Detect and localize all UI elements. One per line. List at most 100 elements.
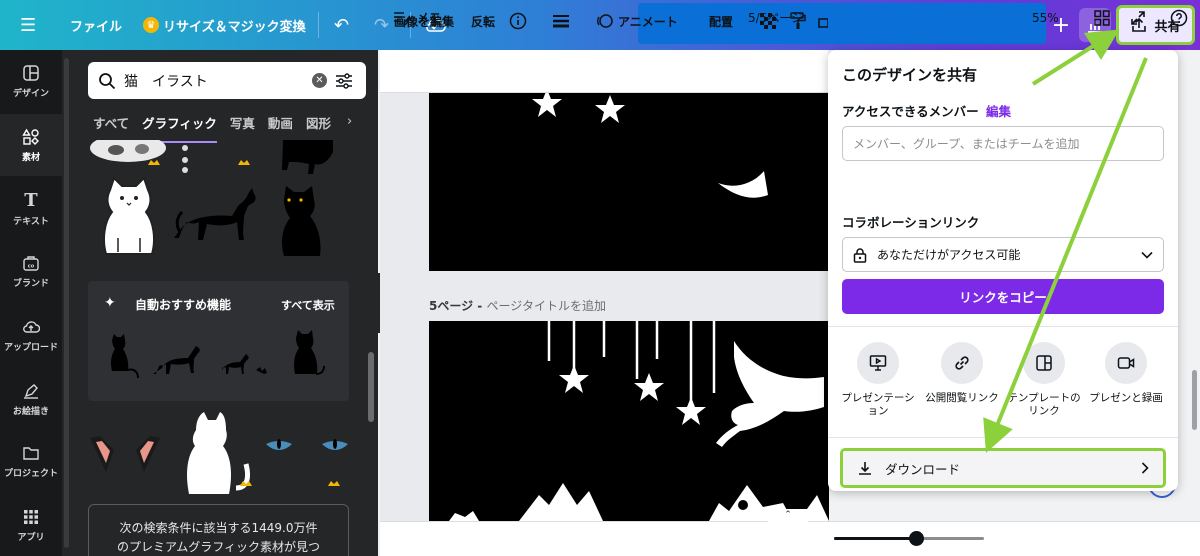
see-all-link[interactable]: すべて表示 (281, 297, 335, 313)
search-icon (99, 72, 116, 89)
elements-icon (22, 128, 39, 145)
canvas-scrollbar[interactable] (1189, 60, 1197, 520)
help-icon[interactable] (1170, 0, 1188, 35)
share-option-template-link[interactable]: テンプレートの リンク (1004, 342, 1084, 418)
share-option-public-link[interactable]: 公開閲覧リンク (922, 342, 1002, 405)
resize-magic-button[interactable]: ♛ リサイズ＆マジック変換 (143, 0, 306, 50)
notice-line-1: 次の検索条件に該当する1449.0万件 (119, 521, 318, 535)
copy-link-button[interactable]: リンクをコピー (842, 279, 1164, 314)
cloud-upload-icon (23, 320, 40, 333)
brand-icon: co (23, 255, 39, 271)
border-style-icon[interactable] (552, 0, 570, 42)
graphic-item[interactable] (182, 145, 188, 173)
lock-icon[interactable] (818, 0, 828, 42)
tab-shapes[interactable]: 図形 (306, 113, 331, 143)
divider (828, 326, 1178, 327)
crown-icon: ♛ (143, 17, 159, 33)
hamburger-menu-icon[interactable]: ☰ (20, 0, 36, 50)
page-5-artwork[interactable] (429, 321, 829, 521)
graphic-item[interactable] (90, 140, 166, 162)
add-members-input[interactable] (842, 126, 1164, 161)
graphic-item[interactable] (174, 188, 256, 240)
redacted-region (638, 3, 1046, 44)
graphic-item[interactable] (266, 439, 292, 450)
edit-members-link[interactable]: 編集 (986, 101, 1011, 120)
graphic-item[interactable] (282, 140, 333, 174)
grid-view-icon[interactable] (1094, 0, 1110, 35)
graphic-item[interactable] (153, 346, 200, 374)
info-icon[interactable] (509, 0, 527, 42)
template-icon (1023, 342, 1065, 384)
share-option-presentation[interactable]: プレゼンテーシ ョン (838, 342, 918, 418)
tabs-scroll-right-icon[interactable]: › (347, 114, 352, 129)
rail-item-draw[interactable]: お絵描き (0, 368, 62, 430)
tab-all[interactable]: すべて (93, 113, 129, 143)
rail-item-brand[interactable]: co ブランド (0, 240, 62, 302)
animate-button[interactable]: アニメート (596, 0, 678, 42)
rail-label: デザイン (12, 88, 49, 99)
clear-search-icon[interactable]: ✕ (312, 73, 327, 88)
crown-icon (148, 160, 160, 165)
panel-left-scrollbar[interactable] (64, 58, 69, 548)
rail-label: プロジェクト (3, 468, 58, 479)
panel-scrollbar-thumb[interactable] (368, 352, 374, 422)
folder-icon (23, 446, 39, 460)
graphic-item[interactable] (103, 176, 155, 255)
share-option-label: テンプレートの リンク (1007, 392, 1080, 418)
graphic-item[interactable] (90, 436, 114, 472)
graphic-item[interactable] (111, 334, 139, 379)
download-button[interactable]: ダウンロード (840, 448, 1166, 488)
share-option-present-record[interactable]: プレゼンと録画 (1086, 342, 1166, 405)
undo-icon[interactable]: ↶ (334, 0, 349, 50)
tab-videos[interactable]: 動画 (268, 113, 293, 143)
page-counter[interactable]: 5/5ページ (748, 0, 803, 35)
rail-item-elements[interactable]: 素材 (0, 114, 62, 176)
search-input[interactable] (124, 72, 304, 89)
access-level-value: あなただけがアクセス可能 (877, 248, 1021, 262)
tab-graphics[interactable]: グラフィック (142, 113, 217, 143)
file-menu[interactable]: ファイル (70, 0, 122, 50)
chevron-down-icon (1141, 251, 1153, 259)
rail-item-apps[interactable]: アプリ (0, 494, 62, 556)
page-5-label[interactable]: 5ページ - ページタイトルを追加 (429, 297, 606, 314)
redo-icon[interactable]: ↷ (374, 0, 389, 50)
download-label: ダウンロード (885, 461, 961, 477)
graphic-item[interactable] (294, 330, 325, 375)
zoom-slider-handle[interactable] (909, 531, 924, 546)
rail-label: アップロード (3, 342, 58, 353)
arrange-button[interactable]: 配置 (709, 0, 733, 42)
notes-button[interactable]: メモ (393, 0, 441, 35)
canvas-scrollbar-thumb[interactable] (1192, 370, 1197, 430)
filter-sliders-icon[interactable] (335, 72, 353, 89)
fullscreen-icon[interactable] (1130, 0, 1146, 35)
tab-photos[interactable]: 写真 (230, 113, 255, 143)
graphic-item[interactable] (282, 186, 321, 256)
zoom-percentage[interactable]: 55% (1032, 0, 1059, 35)
svg-text:co: co (28, 263, 35, 269)
zoom-slider-fill (834, 537, 917, 540)
graphic-item[interactable] (136, 436, 160, 472)
apps-grid-icon (24, 509, 38, 524)
animate-label: アニメート (618, 14, 678, 29)
share-option-label: プレゼンと録画 (1089, 392, 1163, 404)
access-level-select[interactable]: あなただけがアクセス可能 (842, 237, 1164, 272)
rail-item-text[interactable]: T テキスト (0, 178, 62, 240)
graphic-item[interactable] (322, 439, 348, 450)
rail-item-uploads[interactable]: アップロード (0, 304, 62, 366)
rail-item-projects[interactable]: プロジェクト (0, 430, 62, 492)
search-bar[interactable]: ✕ (88, 62, 366, 99)
recommend-title: 自動おすすめ機能 (135, 298, 232, 312)
rail-item-design[interactable]: デザイン (0, 50, 62, 112)
rail-label: 素材 (21, 152, 40, 163)
page-4-artwork[interactable] (429, 93, 829, 271)
resize-magic-label: リサイズ＆マジック変換 (163, 19, 306, 35)
share-option-label-line: テンプレートの (1007, 392, 1081, 404)
text-icon: T (24, 189, 38, 211)
rail-label: ブランド (12, 278, 49, 289)
flip-button[interactable]: 反転 (471, 0, 495, 42)
graphic-item[interactable] (187, 412, 251, 494)
graphics-results-row (90, 140, 333, 256)
show-pages-chevron-up-icon[interactable]: ⌃ (768, 510, 808, 524)
page-title-placeholder[interactable]: ページタイトルを追加 (486, 299, 606, 313)
graphic-item[interactable] (222, 354, 267, 374)
